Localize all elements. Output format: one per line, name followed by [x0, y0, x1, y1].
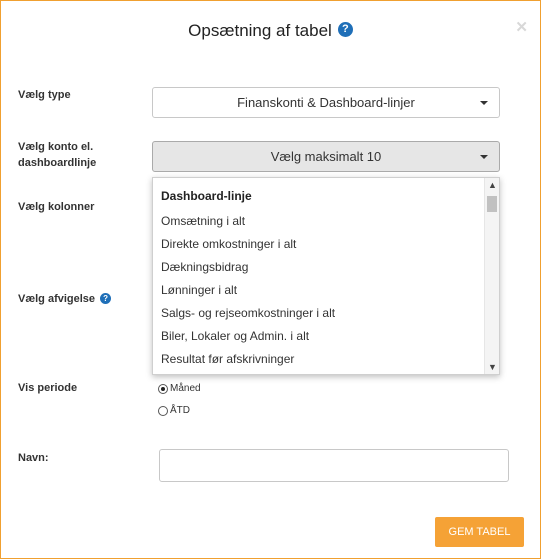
dropdown-option[interactable]: Direkte omkostninger i alt — [161, 237, 296, 251]
account-label-line2: dashboardlinje — [18, 157, 97, 169]
period-label: Vis periode — [18, 382, 78, 394]
close-icon[interactable]: ✕ — [515, 18, 528, 36]
dialog-header: Opsætning af tabel? — [1, 21, 540, 41]
radio-unchecked-icon[interactable] — [158, 405, 168, 416]
account-label-line1: Vælg konto el. — [18, 141, 94, 153]
radio-month-label: Måned — [170, 383, 201, 394]
caret-down-icon — [480, 101, 488, 105]
dropdown-option[interactable]: Omsætning i alt — [161, 214, 245, 228]
deviation-label-row: Vælg afvigelse? — [18, 291, 112, 307]
caret-down-icon — [480, 155, 488, 159]
dropdown-option[interactable]: Dækningsbidrag — [161, 260, 248, 274]
dropdown-option[interactable]: Lønninger i alt — [161, 283, 237, 297]
account-dropdown-list: Dashboard-linje Omsætning i alt Direkte … — [152, 177, 500, 375]
question-circle-icon[interactable]: ? — [337, 21, 353, 37]
scrollbar-thumb[interactable] — [487, 196, 497, 212]
account-label: Vælg konto el. dashboardlinje — [18, 139, 96, 171]
scroll-down-icon[interactable]: ▼ — [488, 362, 497, 372]
radio-ytd[interactable]: ÅTD — [158, 405, 190, 416]
account-select[interactable]: Vælg maksimalt 10 — [152, 141, 500, 172]
deviation-label: Vælg afvigelse — [18, 293, 96, 305]
type-select[interactable]: Finanskonti & Dashboard-linjer — [152, 87, 500, 118]
radio-ytd-label: ÅTD — [170, 405, 190, 416]
dropdown-scrollbar[interactable]: ▲ ▼ — [484, 178, 499, 374]
dropdown-option[interactable]: Salgs- og rejseomkostninger i alt — [161, 306, 335, 320]
dropdown-option[interactable]: Biler, Lokaler og Admin. i alt — [161, 329, 309, 343]
name-label: Navn: — [18, 452, 49, 464]
dropdown-option[interactable]: Resultat før afskrivninger — [161, 352, 294, 366]
account-select-value: Vælg maksimalt 10 — [270, 149, 382, 164]
scroll-up-icon[interactable]: ▲ — [488, 180, 497, 190]
save-table-button[interactable]: GEM TABEL — [435, 517, 524, 547]
name-input[interactable] — [159, 449, 509, 482]
dialog-title: Opsætning af tabel — [188, 21, 332, 40]
table-setup-dialog: Opsætning af tabel? ✕ Vælg type Finansko… — [0, 0, 541, 559]
question-circle-icon[interactable]: ? — [100, 292, 112, 304]
columns-label: Vælg kolonner — [18, 201, 95, 213]
radio-month[interactable]: Måned — [158, 383, 201, 394]
type-select-value: Finanskonti & Dashboard-linjer — [237, 95, 415, 110]
radio-checked-icon[interactable] — [158, 383, 168, 394]
type-label: Vælg type — [18, 89, 71, 101]
dropdown-group-label: Dashboard-linje — [161, 189, 252, 203]
